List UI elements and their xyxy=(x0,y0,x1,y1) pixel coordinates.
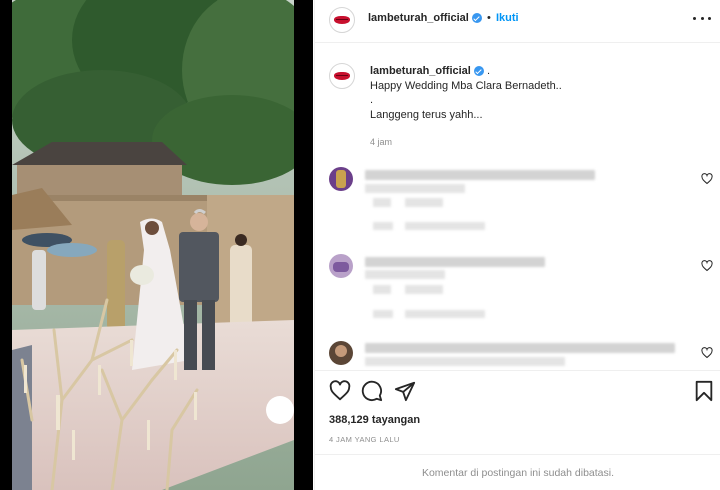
caption-suffix: . xyxy=(487,65,491,77)
lips-logo-icon xyxy=(334,16,350,24)
blurred-comment-text xyxy=(365,343,675,353)
post-media[interactable] xyxy=(0,0,313,490)
caption-text-line1: Happy Wedding Mba Clara Bernadeth.. xyxy=(370,80,562,92)
verified-badge-icon xyxy=(472,13,482,23)
post-time-ago: 4 JAM YANG LALU xyxy=(329,435,400,444)
comment-like-heart-icon[interactable] xyxy=(701,347,713,359)
caption-text-line3: Langgeng terus yahh... xyxy=(370,109,483,121)
wedding-video[interactable] xyxy=(12,0,294,490)
share-icon[interactable] xyxy=(394,380,416,402)
wedding-video-frame xyxy=(12,0,294,490)
blurred-comment-text xyxy=(365,184,465,193)
verified-badge-icon xyxy=(474,66,484,76)
avatar[interactable] xyxy=(329,7,355,33)
view-count[interactable]: 388,129 tayangan xyxy=(329,414,420,426)
blurred-comment-meta xyxy=(405,198,443,207)
post-header: lambeturah_official • Ikuti xyxy=(315,0,720,43)
lips-logo-icon xyxy=(334,72,350,80)
comment-like-heart-icon[interactable] xyxy=(701,173,713,185)
caption-text-line2: . xyxy=(370,94,374,106)
follow-button[interactable]: Ikuti xyxy=(496,12,519,24)
comment-avatar[interactable] xyxy=(329,254,353,278)
separator-dot: • xyxy=(487,12,491,24)
post-username[interactable]: lambeturah_official xyxy=(368,12,469,24)
comments-restricted-text: Komentar di postingan ini sudah dibatasi… xyxy=(421,466,615,479)
comments-restricted-notice: Komentar di postingan ini sudah dibatasi… xyxy=(315,454,720,490)
comment-like-heart-icon[interactable] xyxy=(701,260,713,272)
blurred-comment-text xyxy=(365,257,545,267)
comment-icon[interactable] xyxy=(361,380,383,402)
blurred-comment-text xyxy=(365,270,445,279)
blurred-comment-meta xyxy=(373,310,393,318)
blurred-replies-link xyxy=(405,310,485,318)
more-options-icon[interactable] xyxy=(693,11,711,25)
blurred-comment-meta xyxy=(373,222,393,230)
blurred-replies-link xyxy=(405,222,485,230)
caption-username[interactable]: lambeturah_official xyxy=(370,65,471,77)
action-bar xyxy=(315,370,720,410)
blurred-comment-text xyxy=(365,170,595,180)
blurred-comment-meta xyxy=(373,198,391,207)
comment-avatar[interactable] xyxy=(329,167,353,191)
blurred-comment-text xyxy=(365,357,565,366)
post-side-panel: lambeturah_official • Ikuti lambeturah_o… xyxy=(314,0,720,490)
caption-avatar[interactable] xyxy=(329,63,355,89)
blurred-comment-meta xyxy=(405,285,443,294)
bookmark-icon[interactable] xyxy=(694,380,714,402)
caption-time: 4 jam xyxy=(370,137,393,147)
blurred-comment-meta xyxy=(373,285,391,294)
comment-avatar[interactable] xyxy=(329,341,353,365)
heart-icon[interactable] xyxy=(329,380,351,402)
